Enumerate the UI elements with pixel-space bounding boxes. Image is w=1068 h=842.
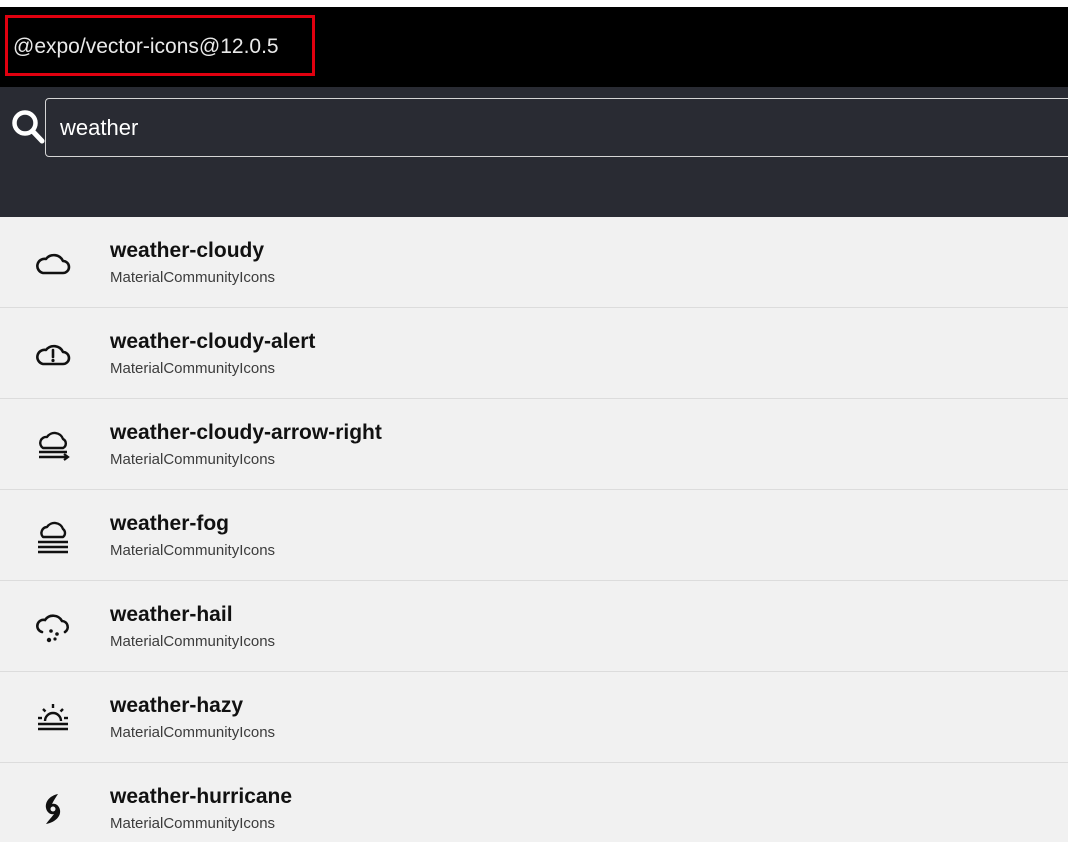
weather-fog-icon: [38, 521, 68, 554]
top-strip: [0, 0, 1068, 7]
weather-cloudy-icon: [36, 253, 71, 275]
results-list: weather-cloudy MaterialCommunityIcons we…: [0, 217, 1068, 842]
icon-library: MaterialCommunityIcons: [110, 815, 276, 832]
weather-cloudy-arrow-right-icon: [39, 431, 70, 461]
icon-library: MaterialCommunityIcons: [110, 633, 276, 650]
icon-library: MaterialCommunityIcons: [110, 269, 276, 286]
list-item[interactable]: weather-cloudy-arrow-right MaterialCommu…: [0, 399, 1068, 490]
header-bar: @expo/vector-icons@12.0.5: [0, 7, 1068, 87]
icon-library: MaterialCommunityIcons: [110, 451, 276, 468]
weather-hazy-icon: [38, 704, 68, 731]
search-icon[interactable]: [11, 109, 45, 145]
icon-library: MaterialCommunityIcons: [110, 360, 276, 377]
icon-library: MaterialCommunityIcons: [110, 542, 276, 559]
list-item[interactable]: weather-hazy MaterialCommunityIcons: [0, 672, 1068, 763]
list-item[interactable]: weather-hail MaterialCommunityIcons: [0, 581, 1068, 672]
icon-name: weather-hurricane: [110, 785, 293, 808]
icon-name: weather-fog: [110, 512, 230, 535]
icon-name: weather-cloudy: [110, 239, 265, 262]
list-item[interactable]: weather-fog MaterialCommunityIcons: [0, 490, 1068, 581]
list-item[interactable]: weather-cloudy-alert MaterialCommunityIc…: [0, 308, 1068, 399]
icon-name: weather-cloudy-alert: [110, 330, 316, 353]
weather-cloudy-alert-icon: [36, 344, 71, 366]
list-item[interactable]: weather-cloudy MaterialCommunityIcons: [0, 217, 1068, 308]
icon-name: weather-cloudy-arrow-right: [110, 421, 382, 444]
icon-library: MaterialCommunityIcons: [110, 724, 276, 741]
list-item[interactable]: weather-hurricane MaterialCommunityIcons: [0, 763, 1068, 842]
search-input[interactable]: [45, 98, 1068, 157]
weather-hail-icon: [36, 614, 69, 643]
weather-hurricane-icon: [45, 794, 61, 824]
icon-name: weather-hazy: [110, 694, 244, 717]
icon-name: weather-hail: [110, 603, 233, 626]
package-title: @expo/vector-icons@12.0.5: [13, 35, 279, 58]
